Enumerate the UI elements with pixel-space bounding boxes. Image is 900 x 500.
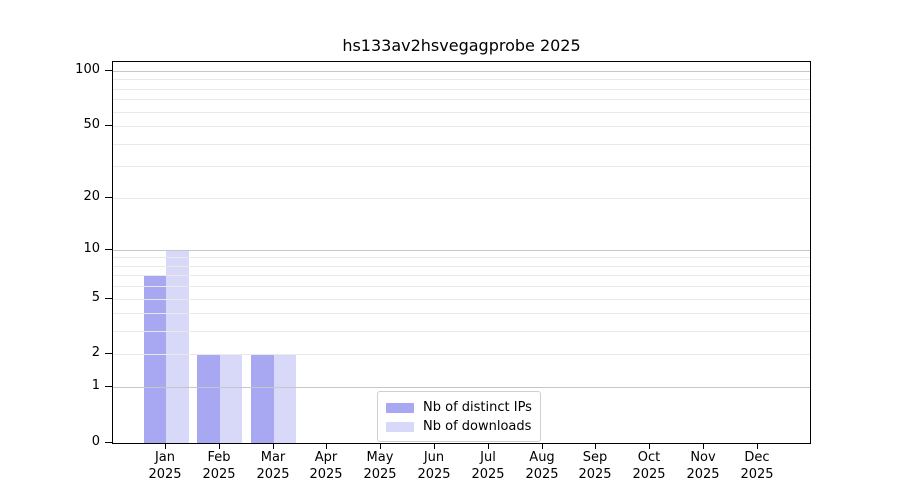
y-tick <box>105 442 112 443</box>
gridline-minor <box>113 198 810 199</box>
y-tick-label: 100 <box>75 62 100 77</box>
gridline-minor <box>113 266 810 267</box>
gridline-minor <box>113 166 810 167</box>
grid-layer <box>113 62 810 443</box>
y-tick <box>105 197 112 198</box>
y-tick <box>105 125 112 126</box>
y-tick-label: 0 <box>91 434 100 449</box>
gridline-minor <box>113 144 810 145</box>
gridline-minor <box>113 257 810 258</box>
y-tick <box>105 386 112 387</box>
gridline-minor <box>113 331 810 332</box>
gridline-minor <box>113 99 810 100</box>
gridline-minor <box>113 354 810 355</box>
legend: Nb of distinct IPs Nb of downloads <box>377 391 541 442</box>
gridline-major <box>113 71 810 72</box>
y-tick-label: 2 <box>91 345 100 360</box>
legend-label-downloads: Nb of downloads <box>423 419 532 434</box>
gridline-minor <box>113 313 810 314</box>
y-tick-label: 5 <box>91 290 100 305</box>
legend-item-distinct-ips: Nb of distinct IPs <box>386 398 532 417</box>
gridline-minor <box>113 79 810 80</box>
gridline-major <box>113 250 810 251</box>
chart-title: hs133av2hsvegagprobe 2025 <box>342 36 581 55</box>
y-tick-label: 50 <box>83 117 100 132</box>
chart-figure: hs133av2hsvegagprobe 2025 Nb of distinct… <box>0 0 900 500</box>
gridline-minor <box>113 112 810 113</box>
legend-item-downloads: Nb of downloads <box>386 417 532 436</box>
y-tick <box>105 249 112 250</box>
y-tick <box>105 298 112 299</box>
x-tick-label: Dec 2025 <box>740 450 774 482</box>
legend-swatch-distinct-ips <box>386 402 414 413</box>
legend-swatch-downloads <box>386 421 414 432</box>
gridline-minor <box>113 89 810 90</box>
plot-area: Nb of distinct IPs Nb of downloads <box>112 61 811 444</box>
gridline-minor <box>113 126 810 127</box>
gridline-minor <box>113 275 810 276</box>
y-tick-label: 1 <box>91 378 100 393</box>
gridline-minor <box>113 286 810 287</box>
legend-label-distinct-ips: Nb of distinct IPs <box>423 400 532 415</box>
gridline-minor <box>113 299 810 300</box>
gridline-major <box>113 387 810 388</box>
y-tick-label: 20 <box>83 189 100 204</box>
y-tick <box>105 353 112 354</box>
y-tick <box>105 70 112 71</box>
y-tick-label: 10 <box>83 241 100 256</box>
